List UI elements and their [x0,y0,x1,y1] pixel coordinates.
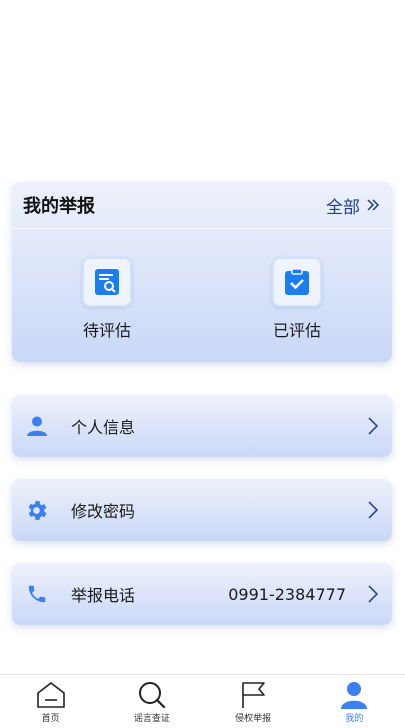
chevron-right-icon [368,417,378,435]
menu-item-label: 举报电话 [71,586,136,605]
user-icon [24,414,49,439]
evaluated-icon [272,257,322,307]
menu-item-report-phone[interactable]: 举报电话 0991-2384777 [12,563,392,625]
menu-item-change-password[interactable]: 修改密码 [12,479,392,541]
report-phone-number: 0991-2384777 [228,584,346,604]
search-icon [138,682,165,709]
tab-label: 谣言查证 [133,714,170,724]
tab-mine[interactable]: 我的 [304,675,405,728]
bottom-tab-bar: 首页 谣言查证 侵权举报 我的 [0,674,405,728]
menu-item-personal-info[interactable]: 个人信息 [12,395,392,457]
pending-evaluation-icon [82,257,132,307]
chevron-right-icon [368,585,378,603]
view-all-link[interactable]: 全部 [326,193,380,218]
my-reports-title: 我的举报 [23,196,95,217]
pending-evaluation-label: 待评估 [82,321,131,340]
my-reports-card: 我的举报 全部 待评估 已评估 [12,182,392,362]
flag-icon [242,682,265,708]
tab-label: 侵权举报 [235,714,272,724]
gear-icon [24,498,49,523]
pending-evaluation-item[interactable]: 待评估 [47,257,167,341]
menu-item-label: 修改密码 [71,502,136,521]
view-all-label: 全部 [326,197,360,218]
evaluated-label: 已评估 [272,321,321,340]
tab-infringement-report[interactable]: 侵权举报 [203,675,304,728]
chevron-right-icon [368,501,378,519]
my-reports-header: 我的举报 全部 [12,182,392,229]
tab-rumor-check[interactable]: 谣言查证 [101,675,202,728]
tab-label: 首页 [41,714,60,724]
evaluated-item[interactable]: 已评估 [237,257,357,341]
profile-icon [341,682,368,709]
double-chevron-right-icon [367,199,380,211]
home-icon [36,682,65,708]
tab-label: 我的 [345,714,364,724]
menu-item-label: 个人信息 [71,418,136,437]
tab-home[interactable]: 首页 [0,675,101,728]
phone-icon [24,582,49,607]
